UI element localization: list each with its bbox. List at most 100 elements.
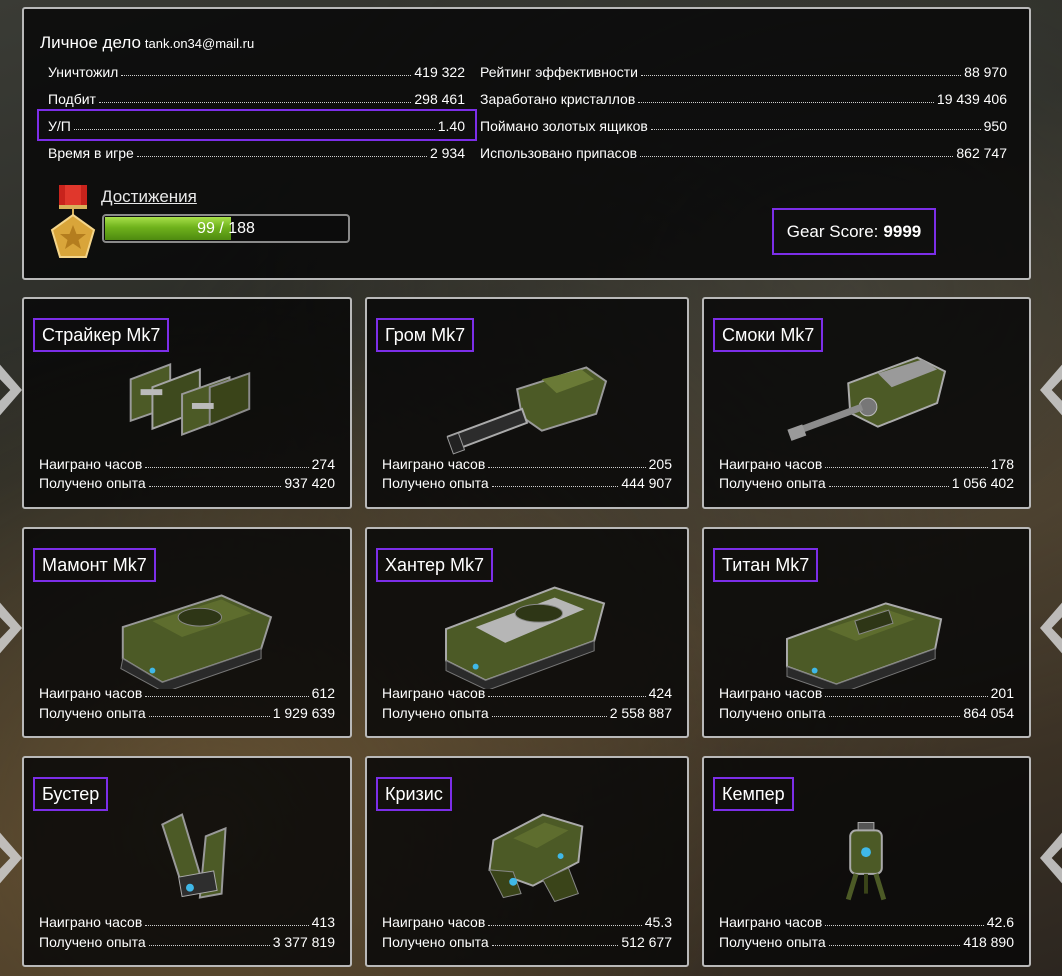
xp-label: Получено опыта (39, 705, 146, 721)
xp-value: 1 929 639 (272, 705, 335, 721)
stat-efficiency-rating: Рейтинг эффективности 88 970 (480, 62, 1007, 82)
xp-label: Получено опыта (719, 475, 826, 491)
profile-title-text: Личное дело (40, 33, 141, 52)
equipment-card-mammoth[interactable]: Мамонт Mk7 Наиграно часов 612 Получено оп… (22, 527, 352, 738)
stat-hit: Подбит 298 461 (48, 89, 465, 109)
xp-label: Получено опыта (382, 475, 489, 491)
equipment-card-smoky[interactable]: Смоки Mk7 Наиграно часов 178 Получено опы… (702, 297, 1031, 509)
profile-panel: Личное дело tank.on34@mail.ru Уничтожил 41… (22, 7, 1031, 280)
xp-row: Получено опыта 2 558 887 (382, 703, 672, 723)
stat-value: 950 (983, 118, 1007, 134)
stat-supplies-used: Использовано припасов 862 747 (480, 143, 1007, 163)
hours-played-row: Наиграно часов 42.6 (719, 912, 1014, 932)
stat-time-in-game: Время в игре 2 934 (48, 143, 465, 163)
hours-label: Наиграно часов (382, 914, 486, 930)
hours-label: Наиграно часов (39, 685, 143, 701)
stat-label: Уничтожил (48, 64, 119, 80)
gear-score-value: 9999 (883, 221, 922, 241)
achievements-link[interactable]: Достижения (101, 187, 197, 207)
stat-value: 419 322 (414, 64, 465, 80)
stat-label: Поймано золотых ящиков (480, 118, 648, 134)
titan-hull-icon (785, 602, 943, 689)
equipment-card-thunder[interactable]: Гром Mk7 Наиграно часов 205 Получено опыт… (365, 297, 689, 509)
equipment-card-crisis[interactable]: Кризис Наиграно часов 45.3 Получено опыта… (365, 756, 689, 967)
medal-icon (50, 185, 96, 258)
next-arrow-icon[interactable] (1040, 828, 1062, 888)
thunder-turret-icon (446, 366, 608, 455)
hours-played-row: Наиграно часов 205 (382, 454, 672, 474)
stat-value: 88 970 (964, 64, 1007, 80)
xp-label: Получено опыта (382, 934, 489, 950)
xp-label: Получено опыта (382, 705, 489, 721)
hours-played-row: Наиграно часов 424 (382, 683, 672, 703)
prev-arrow-icon[interactable] (0, 598, 22, 658)
card-title: Кемпер (713, 777, 794, 811)
stat-gold-boxes: Поймано золотых ящиков 950 (480, 116, 1007, 136)
card-title: Мамонт Mk7 (33, 548, 156, 582)
hours-played-row: Наиграно часов 274 (39, 454, 335, 474)
achievements-progress-text: 99 / 188 (197, 220, 255, 237)
xp-row: Получено опыта 1 929 639 (39, 703, 335, 723)
xp-label: Получено опыта (719, 934, 826, 950)
xp-row: Получено опыта 512 677 (382, 932, 672, 952)
xp-value: 3 377 819 (272, 934, 335, 950)
xp-label: Получено опыта (39, 475, 146, 491)
stat-label: Заработано кристаллов (480, 91, 636, 107)
stat-value: 862 747 (956, 145, 1007, 161)
hours-value: 201 (990, 685, 1014, 701)
xp-value: 864 054 (963, 705, 1014, 721)
hours-value: 45.3 (644, 914, 672, 930)
xp-row: Получено опыта 3 377 819 (39, 932, 335, 952)
prev-arrow-icon[interactable] (0, 828, 22, 888)
xp-label: Получено опыта (39, 934, 146, 950)
card-title: Бустер (33, 777, 109, 811)
xp-row: Получено опыта 1 056 402 (719, 473, 1014, 493)
hours-label: Наиграно часов (719, 914, 823, 930)
hours-value: 612 (311, 685, 335, 701)
xp-row: Получено опыта 444 907 (382, 473, 672, 493)
hours-played-row: Наиграно часов 201 (719, 683, 1014, 703)
equipment-card-hunter[interactable]: Хантер Mk7 Наиграно часов 424 Получено оп… (365, 527, 689, 738)
card-title: Хантер Mk7 (376, 548, 494, 582)
camper-drone-icon (845, 822, 887, 901)
equipment-card-booster[interactable]: Бустер Наиграно часов 413 Получено опыта 3… (22, 756, 352, 967)
card-title: Гром Mk7 (376, 318, 475, 352)
card-title: Смоки Mk7 (713, 318, 824, 352)
striker-turret-icon (129, 363, 251, 437)
xp-row: Получено опыта 418 890 (719, 932, 1014, 952)
card-title: Кризис (376, 777, 452, 811)
xp-value: 418 890 (963, 934, 1014, 950)
equipment-card-striker[interactable]: Страйкер Mk7 Наиграно часов 274 Получено … (22, 297, 352, 509)
hours-label: Наиграно часов (39, 456, 143, 472)
hours-value: 274 (311, 456, 335, 472)
xp-row: Получено опыта 937 420 (39, 473, 335, 493)
hours-label: Наиграно часов (719, 456, 823, 472)
hours-label: Наиграно часов (382, 685, 486, 701)
hours-value: 42.6 (986, 914, 1014, 930)
hours-value: 424 (648, 685, 672, 701)
equipment-card-camper[interactable]: Кемпер Наиграно часов 42.6 Получено опыта… (702, 756, 1031, 967)
hours-label: Наиграно часов (39, 914, 143, 930)
hours-played-row: Наиграно часов 612 (39, 683, 335, 703)
prev-arrow-icon[interactable] (0, 360, 22, 420)
xp-value: 2 558 887 (609, 705, 672, 721)
next-arrow-icon[interactable] (1040, 598, 1062, 658)
kd-ratio-highlight (37, 109, 477, 141)
gear-score-label: Gear Score: (786, 221, 879, 241)
xp-value: 444 907 (621, 475, 672, 491)
xp-row: Получено опыта 864 054 (719, 703, 1014, 723)
hours-played-row: Наиграно часов 45.3 (382, 912, 672, 932)
xp-value: 937 420 (284, 475, 335, 491)
equipment-card-titan[interactable]: Титан Mk7 Наиграно часов 201 Получено опы… (702, 527, 1031, 738)
stat-value: 19 439 406 (936, 91, 1007, 107)
stat-label: Время в игре (48, 145, 134, 161)
profile-title: Личное дело tank.on34@mail.ru (40, 33, 254, 53)
gear-score: Gear Score: 9999 (772, 208, 936, 255)
smoky-turret-icon (787, 356, 947, 441)
stat-destroyed: Уничтожил 419 322 (48, 62, 465, 82)
xp-value: 512 677 (621, 934, 672, 950)
next-arrow-icon[interactable] (1040, 360, 1062, 420)
xp-value: 1 056 402 (951, 475, 1014, 491)
hours-value: 178 (990, 456, 1014, 472)
stat-value: 298 461 (414, 91, 465, 107)
